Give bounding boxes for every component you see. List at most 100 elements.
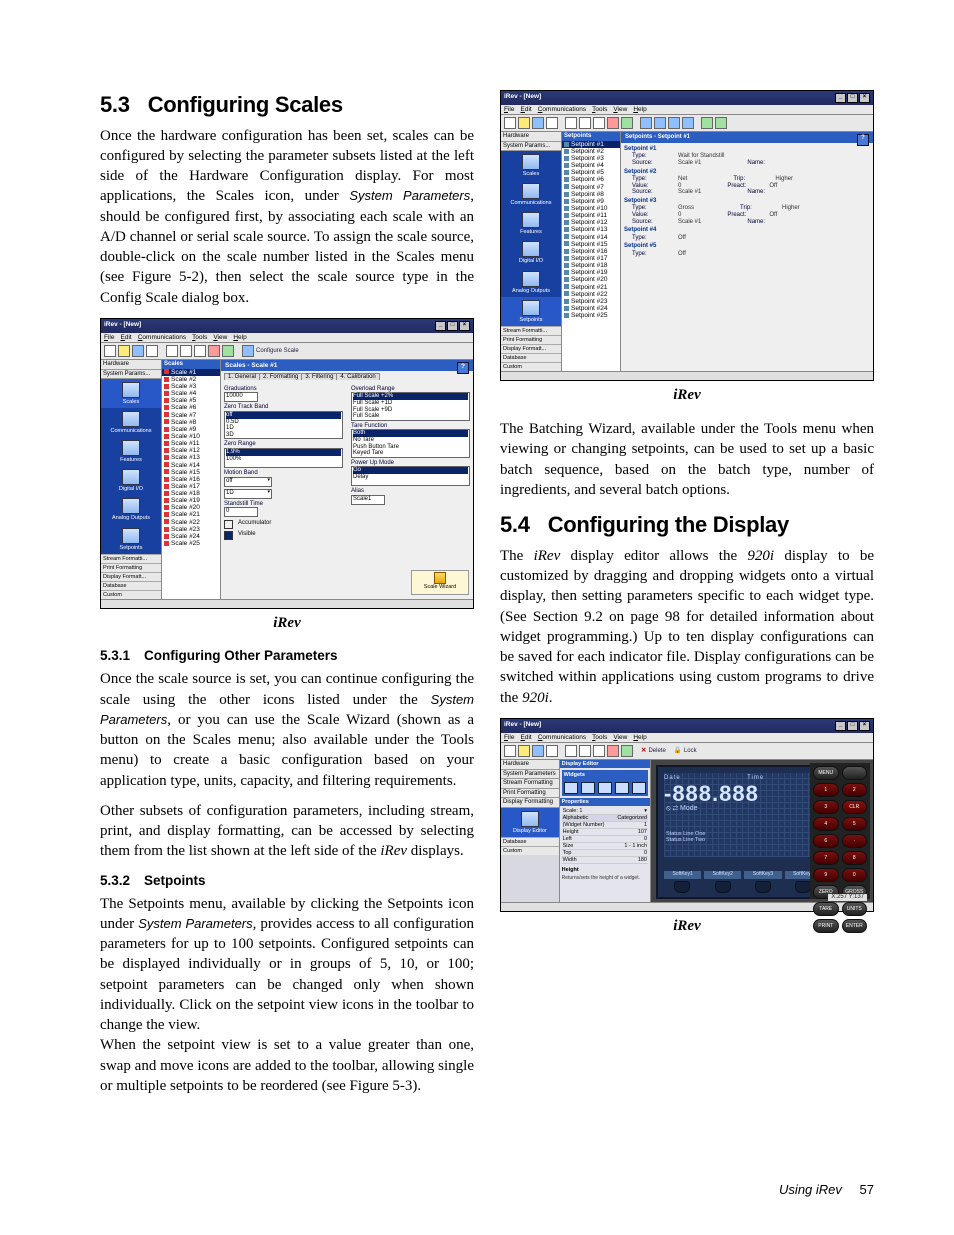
checkbox-visible[interactable] xyxy=(224,531,233,540)
list-item[interactable]: Scale #22 xyxy=(162,519,220,526)
menu-item[interactable]: Help xyxy=(633,734,646,741)
sp-section-header[interactable]: Setpoint #5 xyxy=(624,243,870,250)
keypad-key[interactable]: 2 xyxy=(842,783,868,797)
list-item[interactable]: Setpoint #7 xyxy=(562,184,620,191)
keypad-key[interactable]: 0 xyxy=(842,868,868,882)
nav-item[interactable]: Setpoints xyxy=(501,297,561,326)
menu-item[interactable]: View xyxy=(613,106,627,113)
keypad-key[interactable]: 1 xyxy=(813,783,839,797)
keypad[interactable]: MENU123CLR456·7890ZEROGROSSTAREUNITSPRIN… xyxy=(810,763,870,899)
prop-row[interactable]: Size1 - 1 inch xyxy=(562,843,648,850)
nav-sub-item[interactable]: Stream Formatti... xyxy=(101,554,161,563)
keypad-key[interactable]: 6 xyxy=(813,834,839,848)
keypad-key[interactable]: UNITS xyxy=(842,902,868,916)
nav-item[interactable]: Setpoints xyxy=(101,525,161,554)
scale-wizard-button[interactable]: Scale Wizard xyxy=(411,570,469,595)
menu-item[interactable]: View xyxy=(213,334,227,341)
help-icon[interactable]: ? xyxy=(857,134,869,146)
list-item[interactable]: Scale #2 xyxy=(162,376,220,383)
nav-item[interactable]: Analog Outputs xyxy=(101,495,161,524)
list-item[interactable]: Setpoint #3 xyxy=(562,155,620,162)
keypad-key[interactable]: 4 xyxy=(813,817,839,831)
nav-sub-item[interactable]: Print Formatting xyxy=(501,335,561,344)
nav-item[interactable]: Communications xyxy=(101,408,161,437)
list-item[interactable]: Scale #10 xyxy=(162,433,220,440)
keypad-key[interactable]: CLR xyxy=(842,800,868,814)
menu-item[interactable]: Communications xyxy=(538,734,586,741)
toolbar-label[interactable]: Configure Scale xyxy=(256,348,299,355)
nav-sub-item[interactable]: Database xyxy=(101,581,161,590)
keypad-key[interactable]: 5 xyxy=(842,817,868,831)
list-item[interactable]: Scale #8 xyxy=(162,419,220,426)
input-alias[interactable]: Scale1 xyxy=(351,495,385,505)
nav-item[interactable]: Digital I/O xyxy=(501,238,561,267)
window-buttons[interactable]: _□× xyxy=(434,321,470,331)
list-ztb[interactable]: off 0.5D1D3D xyxy=(224,411,343,439)
select-mb[interactable]: off xyxy=(224,477,272,487)
softkey[interactable]: SoftKey2 xyxy=(704,871,741,879)
toolbar[interactable] xyxy=(501,115,873,132)
nav-sub-item[interactable]: Custom xyxy=(101,590,161,599)
list-item[interactable]: Scale #15 xyxy=(162,469,220,476)
nav-tab[interactable]: System Params... xyxy=(101,370,161,380)
checkbox-accumulator[interactable] xyxy=(224,520,233,529)
menu-item[interactable]: File xyxy=(104,334,115,341)
nav-item[interactable]: Features xyxy=(101,437,161,466)
prop-row[interactable]: Top0 xyxy=(562,850,648,857)
list-item[interactable]: Setpoint #10 xyxy=(562,205,620,212)
list-item[interactable]: Scale #19 xyxy=(162,497,220,504)
keypad-key[interactable]: 8 xyxy=(842,851,868,865)
nav-tab[interactable]: Stream Formatting xyxy=(501,779,559,789)
menu-item[interactable]: Communications xyxy=(138,334,186,341)
nav-tab[interactable]: Hardware xyxy=(501,760,559,770)
nav-tab[interactable]: Hardware xyxy=(501,132,561,142)
menu-bar[interactable]: FileEditCommunicationsToolsViewHelp xyxy=(501,105,873,115)
nav-tab[interactable]: Display Formatting xyxy=(501,798,559,808)
nav-item[interactable]: Communications xyxy=(501,180,561,209)
input-graduations[interactable]: 10000 xyxy=(224,392,258,402)
tab[interactable]: 2. Formatting xyxy=(259,373,302,380)
nav-item[interactable]: Features xyxy=(501,209,561,238)
prop-row[interactable]: Width180 xyxy=(562,857,648,864)
keypad-key[interactable]: TARE xyxy=(813,902,839,916)
list-item[interactable]: Scale #23 xyxy=(162,526,220,533)
list-item[interactable]: Setpoint #25 xyxy=(562,312,620,319)
list-item[interactable]: Scale #25 xyxy=(162,540,220,547)
left-nav[interactable]: HardwareSystem ParametersStream Formatti… xyxy=(501,760,560,902)
toolbar[interactable]: Configure Scale xyxy=(101,343,473,360)
list-item[interactable]: Setpoint #19 xyxy=(562,269,620,276)
list-item[interactable]: Scale #1 xyxy=(162,369,220,376)
list-item[interactable]: Scale #16 xyxy=(162,476,220,483)
list-item[interactable]: Scale #12 xyxy=(162,447,220,454)
list-item[interactable]: Setpoint #9 xyxy=(562,198,620,205)
prop-row[interactable]: Height107 xyxy=(562,829,648,836)
prop-row[interactable]: Left0 xyxy=(562,836,648,843)
content-tabs[interactable]: 1. General2. Formatting3. Filtering4. Ca… xyxy=(224,374,470,381)
list-item[interactable]: Setpoint #1 xyxy=(562,141,620,148)
tab[interactable]: 3. Filtering xyxy=(301,373,337,380)
list-item[interactable]: Setpoint #21 xyxy=(562,284,620,291)
list-item[interactable]: Setpoint #15 xyxy=(562,241,620,248)
sp-section-header[interactable]: Setpoint #3 xyxy=(624,198,870,205)
sp-section-header[interactable]: Setpoint #2 xyxy=(624,169,870,176)
list-item[interactable]: Setpoint #24 xyxy=(562,305,620,312)
left-nav[interactable]: HardwareSystem Params...ScalesCommunicat… xyxy=(501,132,562,371)
menu-item[interactable]: Tools xyxy=(192,334,207,341)
keypad-key[interactable]: ENTER xyxy=(842,919,868,933)
menu-item[interactable]: Edit xyxy=(521,734,532,741)
list-item[interactable]: Scale #7 xyxy=(162,412,220,419)
list-item[interactable]: Scale #24 xyxy=(162,533,220,540)
nav-tab[interactable]: Hardware xyxy=(101,360,161,370)
menu-item[interactable]: File xyxy=(504,734,515,741)
keypad-key[interactable]: 7 xyxy=(813,851,839,865)
keypad-key[interactable]: PRINT xyxy=(813,919,839,933)
menu-item[interactable]: File xyxy=(504,106,515,113)
list-item[interactable]: Setpoint #13 xyxy=(562,226,620,233)
list-item[interactable]: Scale #17 xyxy=(162,483,220,490)
nav-sub-item[interactable]: Display Formatt... xyxy=(101,572,161,581)
list-item[interactable]: Scale #14 xyxy=(162,462,220,469)
keypad-key[interactable]: 9 xyxy=(813,868,839,882)
nav-sub-item[interactable]: Stream Formatti... xyxy=(501,326,561,335)
keypad-key[interactable]: MENU xyxy=(813,766,839,780)
nav-item[interactable]: Scales xyxy=(101,379,161,408)
